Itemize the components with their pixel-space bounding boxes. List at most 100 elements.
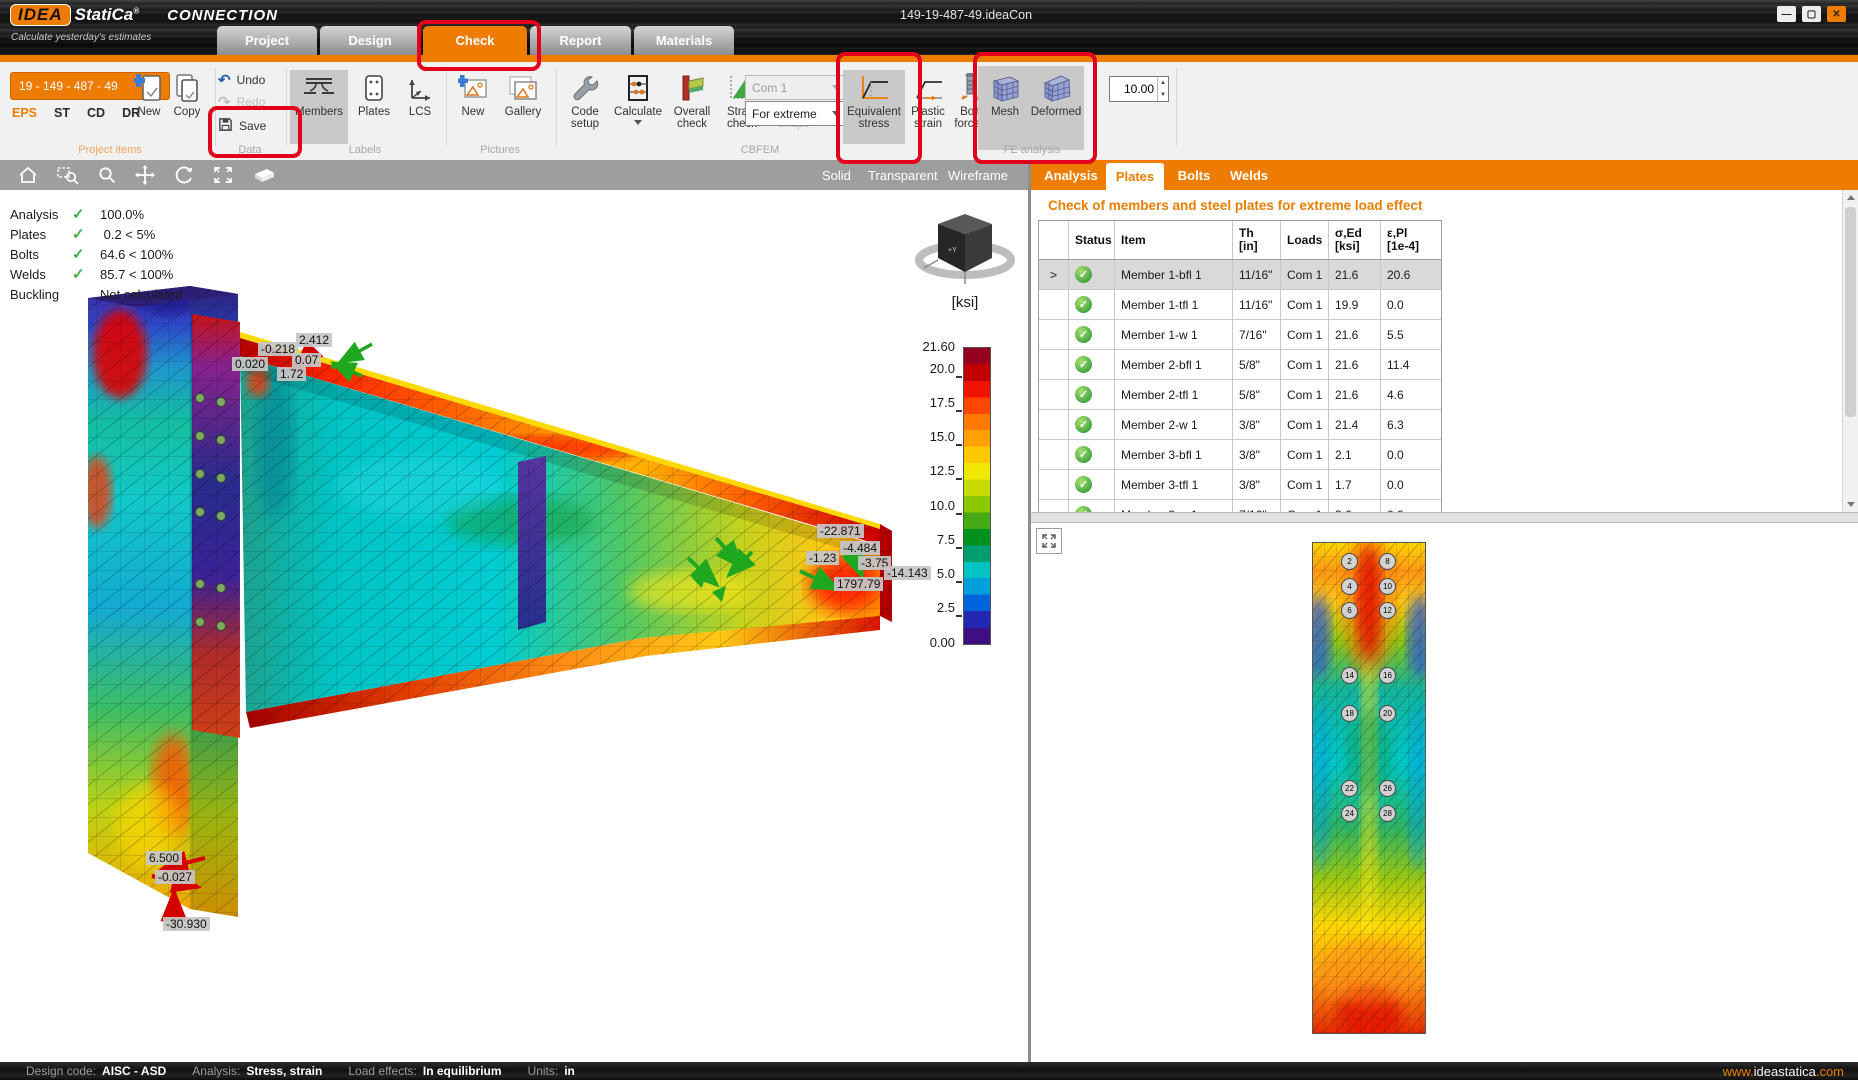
bolt-marker[interactable]: 10 — [1379, 578, 1396, 595]
bolt-marker[interactable]: 8 — [1379, 553, 1396, 570]
save-button[interactable]: Save — [218, 116, 266, 136]
close-button[interactable]: ✕ — [1827, 6, 1846, 22]
table-scrollbar[interactable] — [1842, 190, 1858, 512]
status-bar: Design code:AISC - ASD Analysis:Stress, … — [0, 1062, 1858, 1080]
plastic-strain-toggle[interactable]: Plastic strain — [902, 70, 954, 144]
scroll-up-icon[interactable] — [1843, 190, 1858, 205]
bolt-marker[interactable]: 24 — [1341, 805, 1358, 822]
strain-diagram-icon — [912, 70, 944, 106]
picture-gallery-button[interactable]: Gallery — [498, 70, 548, 144]
spinner-up-icon[interactable]: ▲ — [1158, 77, 1168, 89]
header-item[interactable]: Item — [1115, 221, 1233, 259]
calculate-button[interactable]: Calculate — [612, 70, 664, 144]
zoom-icon[interactable] — [97, 165, 117, 185]
overall-check-button[interactable]: Overall check — [668, 70, 716, 144]
cell-item: Member 2-bfl 1 — [1115, 350, 1233, 379]
bolt-marker[interactable]: 14 — [1341, 667, 1358, 684]
ribbon-separator — [1176, 68, 1177, 146]
code-setup-button[interactable]: Code setup — [562, 70, 608, 144]
bolt-marker[interactable]: 28 — [1379, 805, 1396, 822]
tab-design[interactable]: Design — [320, 26, 420, 55]
solid-slab-icon[interactable] — [251, 165, 277, 185]
tab-materials[interactable]: Materials — [634, 26, 734, 55]
group-label-fe-analysis: FE analysis — [980, 144, 1084, 156]
3d-viewport[interactable]: Analysis✓100.0% Plates✓ 0.2 < 5% Bolts✓6… — [0, 190, 1028, 1062]
orientation-cube[interactable]: +Y — [910, 198, 1020, 294]
bolt-marker[interactable]: 20 — [1379, 705, 1396, 722]
deformed-icon — [1039, 70, 1073, 106]
table-row[interactable]: Member 3-tfl 1 3/8" Com 1 1.7 0.0 — [1039, 470, 1441, 500]
extreme-filter-select[interactable]: For extreme — [745, 101, 845, 126]
labels-lcs-toggle[interactable]: LCS — [400, 70, 440, 144]
equivalent-stress-toggle[interactable]: Equivalent stress — [843, 70, 905, 144]
results-tab-welds[interactable]: Welds — [1224, 160, 1274, 190]
website-link[interactable]: www.ideastatica.com — [1723, 1064, 1844, 1079]
view-mode-solid[interactable]: Solid — [822, 160, 851, 190]
table-row[interactable]: Member 1-w 1 7/16" Com 1 21.6 5.5 — [1039, 320, 1441, 350]
3d-connection-scene[interactable] — [0, 190, 1028, 1062]
expand-plate-view-button[interactable] — [1036, 528, 1062, 554]
rotate-icon[interactable] — [173, 165, 195, 185]
cell-epl: 0.0 — [1381, 440, 1439, 469]
beam-member[interactable] — [240, 332, 892, 728]
results-tab-bolts[interactable]: Bolts — [1172, 160, 1216, 190]
home-view-icon[interactable] — [17, 165, 39, 185]
tab-check[interactable]: Check — [423, 26, 527, 55]
table-row[interactable]: Member 2-tfl 1 5/8" Com 1 21.6 4.6 — [1039, 380, 1441, 410]
table-row[interactable]: Member 2-bfl 1 5/8" Com 1 21.6 11.4 — [1039, 350, 1441, 380]
header-status[interactable]: Status — [1069, 221, 1115, 259]
minimize-button[interactable]: — — [1777, 6, 1796, 22]
tab-project[interactable]: Project — [217, 26, 317, 55]
panel-splitter[interactable] — [1031, 512, 1858, 523]
plates-icon — [363, 70, 385, 106]
labels-members-toggle[interactable]: Members — [290, 70, 348, 144]
spinner-down-icon[interactable]: ▼ — [1158, 89, 1168, 101]
bolt-marker[interactable]: 18 — [1341, 705, 1358, 722]
undo-button[interactable]: Undo — [218, 70, 265, 90]
scrollbar-thumb[interactable] — [1845, 207, 1856, 417]
header-th[interactable]: Th[in] — [1233, 221, 1281, 259]
picture-new-button[interactable]: New — [452, 70, 494, 144]
view-mode-wireframe[interactable]: Wireframe — [948, 160, 1008, 190]
table-row[interactable]: > Member 1-bfl 1 11/16" Com 1 21.6 20.6 — [1039, 260, 1441, 290]
mesh-toggle[interactable]: Mesh — [982, 70, 1028, 144]
table-row[interactable]: Member 1-tfl 1 11/16" Com 1 19.9 0.0 — [1039, 290, 1441, 320]
redo-button[interactable]: Redo — [218, 92, 265, 112]
deformed-toggle[interactable]: Deformed — [1030, 70, 1082, 144]
header-loads[interactable]: Loads — [1281, 221, 1329, 259]
bolt-marker[interactable]: 16 — [1379, 667, 1396, 684]
deformed-scale-spinner[interactable]: ▲ ▼ — [1109, 76, 1169, 102]
bolt-marker[interactable]: 12 — [1379, 602, 1396, 619]
cell-epl: 5.5 — [1381, 320, 1439, 349]
tab-report[interactable]: Report — [530, 26, 631, 55]
header-epl[interactable]: ε,Pl[1e-4] — [1381, 221, 1439, 259]
bolt-marker[interactable]: 6 — [1341, 602, 1358, 619]
calculate-dropdown-icon[interactable] — [634, 120, 642, 125]
table-row[interactable]: Member 3-bfl 1 3/8" Com 1 2.1 0.0 — [1039, 440, 1441, 470]
load-combination-select[interactable]: Com 1 — [745, 75, 845, 100]
maximize-button[interactable]: ▢ — [1802, 6, 1821, 22]
zoom-window-icon[interactable] — [56, 165, 80, 185]
group-label-data: Data — [215, 144, 285, 156]
bolt-marker[interactable]: 2 — [1341, 553, 1358, 570]
header-sed[interactable]: σ,Ed[ksi] — [1329, 221, 1381, 259]
fit-view-icon[interactable] — [212, 165, 234, 185]
plate-detail-view[interactable]: 2 8 4 10 6 12 14 16 18 20 22 26 24 28 — [1312, 542, 1426, 1034]
labels-plates-toggle[interactable]: Plates — [352, 70, 396, 144]
table-row[interactable]: Member 2-w 1 3/8" Com 1 21.4 6.3 — [1039, 410, 1441, 440]
pan-icon[interactable] — [134, 164, 156, 186]
view-mode-transparent[interactable]: Transparent — [868, 160, 938, 190]
copy-project-item-button[interactable]: Copy — [164, 70, 210, 144]
mode-st[interactable]: ST — [54, 106, 70, 120]
end-plate[interactable] — [192, 314, 240, 738]
bolt-marker[interactable]: 22 — [1341, 780, 1358, 797]
mode-cd[interactable]: CD — [87, 106, 105, 120]
deformed-scale-input[interactable] — [1110, 77, 1157, 101]
results-tab-analysis[interactable]: Analysis — [1040, 160, 1102, 190]
bolt-marker[interactable]: 4 — [1341, 578, 1358, 595]
status-pass-icon — [1075, 296, 1092, 313]
scroll-down-icon[interactable] — [1843, 497, 1858, 512]
bolt-marker[interactable]: 26 — [1379, 780, 1396, 797]
mode-eps[interactable]: EPS — [12, 106, 37, 120]
results-tab-plates[interactable]: Plates — [1106, 163, 1164, 190]
